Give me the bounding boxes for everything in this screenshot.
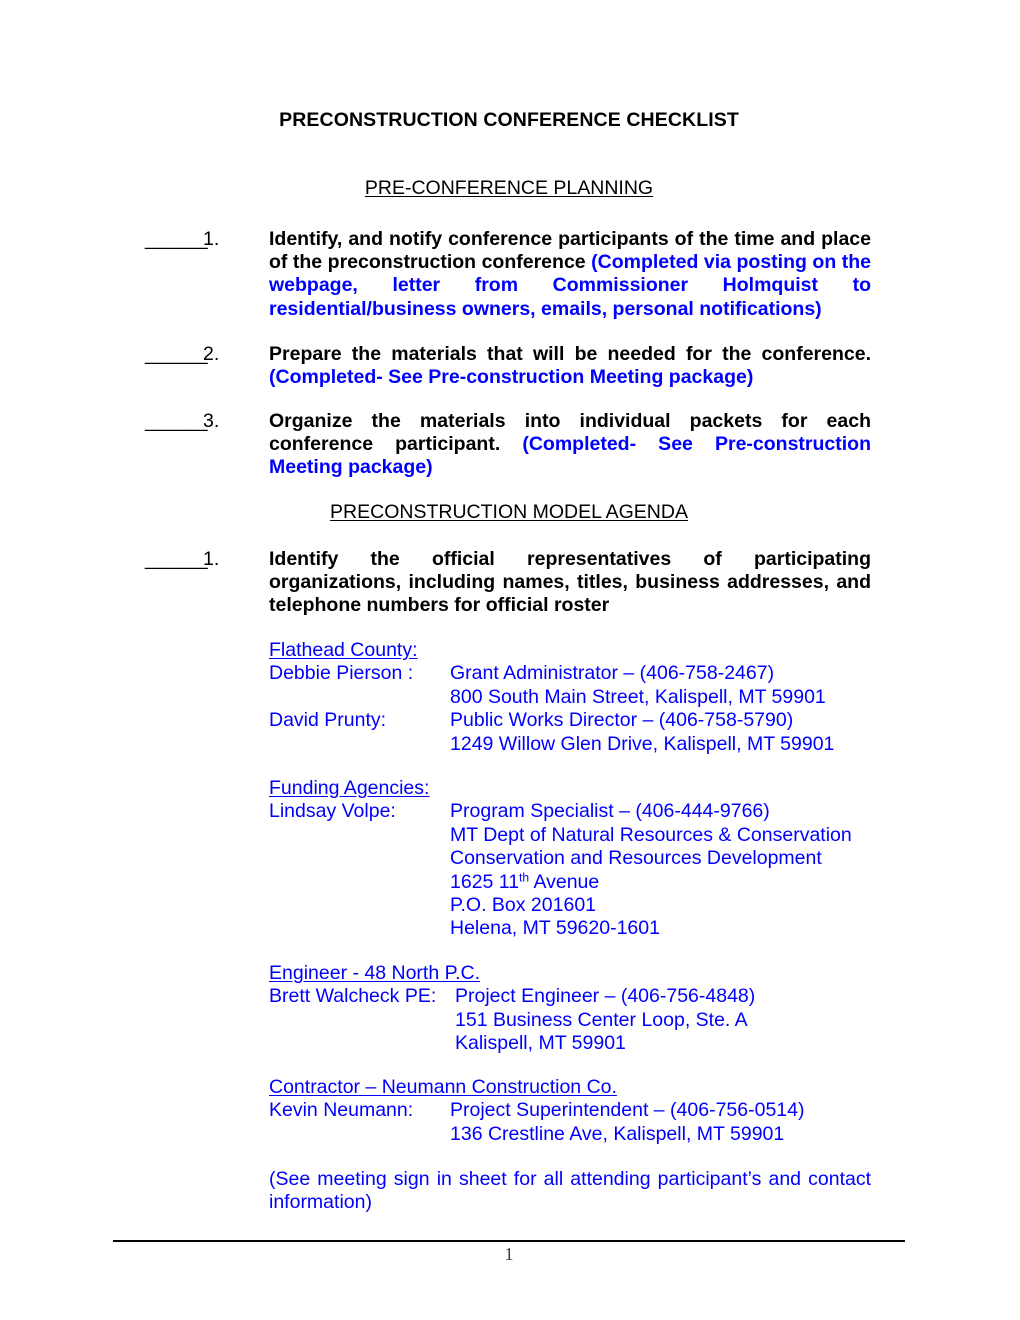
contact-details: Project Superintendent – (406-756-0514) … [450, 1099, 805, 1145]
footer-divider [113, 1240, 905, 1242]
ordinal-suffix: th [519, 870, 530, 885]
contact-details: Public Works Director – (406-758-5790) 1… [450, 709, 835, 755]
section-heading-planning: PRE-CONFERENCE PLANNING [113, 176, 905, 200]
section-heading-agenda-label: PRECONSTRUCTION MODEL AGENDA [330, 501, 688, 523]
contact-group-heading: Engineer - 48 North P.C. [269, 962, 481, 984]
contact-name: Lindsay Volpe: [269, 800, 396, 823]
item-number: 1. [203, 228, 220, 250]
contact-name: Kevin Neumann: [269, 1099, 414, 1122]
checkbox-blank-line[interactable]: ______ [145, 343, 208, 366]
item-text: Identify the official representatives of… [269, 548, 871, 618]
item-text-black: Identify the official representatives of… [269, 548, 871, 617]
contact-block-contractor: Contractor – Neumann Construction Co. Ke… [269, 1076, 889, 1146]
contact-block-funding-agencies: Funding Agencies: Lindsay Volpe: Program… [269, 777, 889, 941]
checkbox-blank-line[interactable]: ______ [145, 410, 208, 433]
contact-row: Brett Walcheck PE: Project Engineer – (4… [269, 985, 889, 1055]
contact-details-part1: Program Specialist – (406-444-9766) MT D… [450, 800, 852, 893]
item-number: 1. [203, 548, 220, 570]
checkbox-blank-line[interactable]: ______ [145, 548, 208, 571]
contact-row: Debbie Pierson : Grant Administrator – (… [269, 662, 889, 709]
section-heading-planning-label: PRE-CONFERENCE PLANNING [364, 177, 654, 199]
contact-name: Debbie Pierson : [269, 662, 414, 685]
contact-name: David Prunty: [269, 709, 387, 732]
contact-block-flathead-county: Flathead County: Debbie Pierson : Grant … [269, 639, 889, 756]
contact-details: Grant Administrator – (406-758-2467) 800… [450, 662, 826, 708]
contact-row: Lindsay Volpe: Program Specialist – (406… [269, 800, 889, 940]
item-number: 2. [203, 343, 220, 365]
item-text: Identify, and notify conference particip… [269, 228, 871, 321]
section-heading-agenda: PRECONSTRUCTION MODEL AGENDA [113, 500, 905, 524]
contact-block-engineer: Engineer - 48 North P.C. Brett Walcheck … [269, 962, 889, 1056]
contact-group-heading: Funding Agencies: [269, 777, 430, 799]
document-page: PRECONSTRUCTION CONFERENCE CHECKLIST PRE… [0, 0, 1020, 1320]
item-text: Prepare the materials that will be neede… [269, 343, 871, 389]
contact-row: David Prunty: Public Works Director – (4… [269, 709, 889, 756]
contact-details: Program Specialist – (406-444-9766) MT D… [450, 800, 889, 940]
item-text-annotation: (Completed- See Pre-construction Meeting… [269, 366, 754, 389]
checkbox-blank-line[interactable]: ______ [145, 228, 208, 251]
contact-row: Kevin Neumann: Project Superintendent – … [269, 1099, 889, 1146]
contact-details: Project Engineer – (406-756-4848) 151 Bu… [455, 985, 756, 1055]
item-text-black: Prepare the materials that will be neede… [269, 343, 871, 365]
page-number: 1 [504, 1244, 514, 1264]
contact-group-heading: Flathead County: [269, 639, 418, 661]
contact-name: Brett Walcheck PE: [269, 985, 437, 1008]
item-text: Organize the materials into individual p… [269, 410, 871, 480]
page-title: PRECONSTRUCTION CONFERENCE CHECKLIST [279, 109, 739, 131]
closing-note: (See meeting sign in sheet for all atten… [269, 1168, 871, 1214]
contact-group-heading: Contractor – Neumann Construction Co. [269, 1076, 617, 1098]
item-number: 3. [203, 410, 220, 432]
